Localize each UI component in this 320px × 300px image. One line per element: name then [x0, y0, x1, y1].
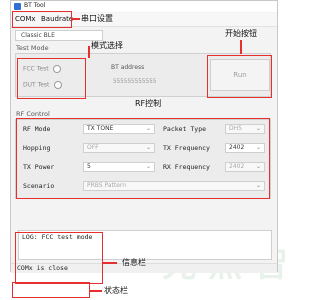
mode-select-highlight: [17, 58, 86, 99]
mode-select-arrow: [88, 46, 90, 58]
rf-control-label: RF Control: [16, 110, 50, 118]
start-button-arrow: [240, 40, 242, 54]
bt-address-label: BT address: [111, 64, 145, 71]
status-bar-arrow: [90, 290, 102, 292]
rf-control-callout: RF控制: [135, 99, 162, 108]
start-button-highlight: [207, 55, 272, 98]
bt-address-value[interactable]: 555555555555: [113, 78, 156, 85]
mode-select-callout: 模式选择: [91, 41, 123, 50]
serial-settings-arrow: [72, 18, 80, 20]
info-bar-callout: 信息栏: [122, 258, 146, 267]
info-bar-arrow: [103, 262, 117, 264]
rf-control-highlight: [16, 118, 270, 199]
serial-settings-highlight: [12, 11, 72, 28]
status-bar-callout: 状态栏: [104, 286, 128, 295]
status-bar-highlight: [12, 282, 90, 298]
info-bar-highlight: [15, 232, 103, 284]
serial-settings-callout: 串口设置: [81, 14, 113, 23]
tab-classic-ble[interactable]: Classic BLE: [15, 30, 103, 41]
window-title: BT Tool: [24, 2, 46, 9]
app-icon: [14, 3, 21, 10]
start-button-callout: 开始按钮: [225, 29, 257, 38]
test-mode-label: Test Mode: [16, 44, 49, 52]
